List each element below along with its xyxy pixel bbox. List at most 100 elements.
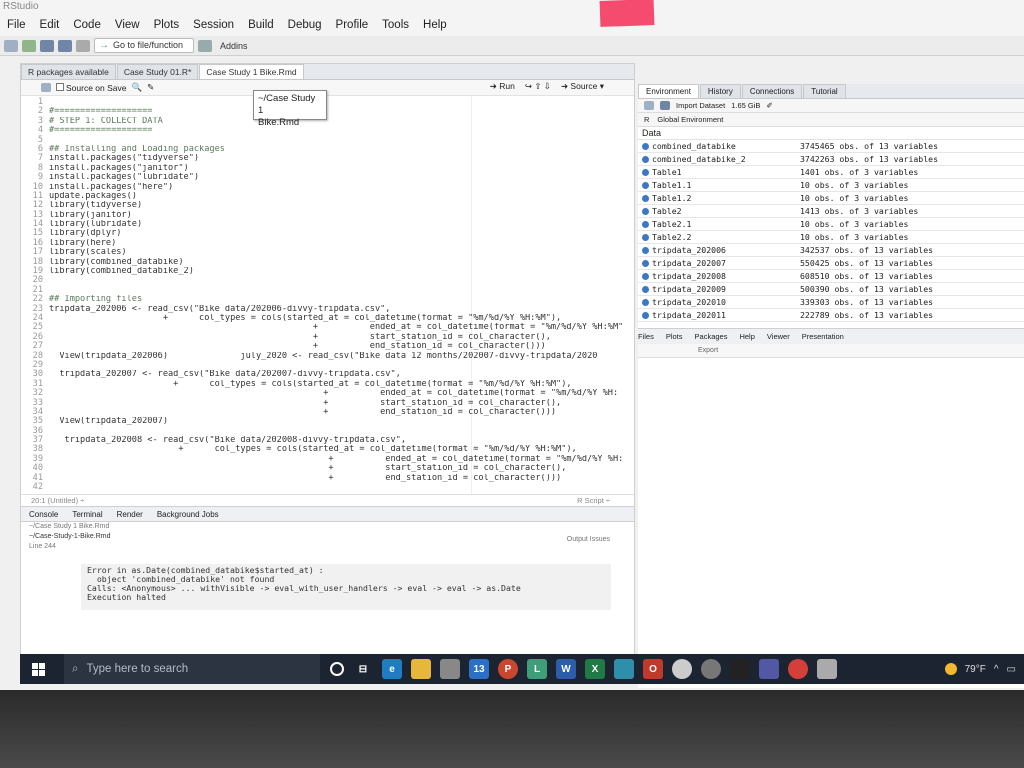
menu-item-build[interactable]: Build: [241, 19, 281, 31]
environment-row[interactable]: Table1.2 10 obs. of 3 variables: [638, 192, 1024, 205]
code-line[interactable]: [49, 136, 630, 145]
chevron-up-icon[interactable]: ^: [994, 664, 999, 675]
code-line[interactable]: [49, 286, 630, 295]
tab-terminal[interactable]: Terminal: [72, 510, 102, 519]
save-all-icon[interactable]: [58, 39, 72, 52]
file-explorer-icon[interactable]: [411, 659, 431, 679]
start-button[interactable]: [26, 654, 50, 684]
expand-icon[interactable]: [642, 207, 649, 215]
menu-item-plots[interactable]: Plots: [147, 19, 187, 31]
environment-row[interactable]: Table2.2 10 obs. of 3 variables: [638, 231, 1024, 244]
import-dataset-button[interactable]: Import Dataset: [676, 101, 725, 110]
tab-r-packages[interactable]: R packages available: [21, 64, 116, 79]
tab-case-study-01[interactable]: Case Study 01.R*: [116, 64, 199, 79]
excel-icon[interactable]: X: [585, 659, 605, 679]
menu-item-debug[interactable]: Debug: [281, 19, 329, 31]
code-line[interactable]: tripdata_202007 <- read_csv("Bike data/2…: [49, 370, 630, 379]
expand-icon[interactable]: [642, 155, 649, 163]
load-workspace-icon[interactable]: [644, 101, 654, 110]
new-file-icon[interactable]: [4, 39, 18, 52]
code-line[interactable]: + end_station_id = col_character())): [49, 342, 630, 351]
menu-item-tools[interactable]: Tools: [375, 19, 416, 31]
tab-viewer[interactable]: Viewer: [767, 332, 790, 341]
code-line[interactable]: View(tripdata_202006) july_2020 <- read_…: [49, 352, 630, 361]
code-line[interactable]: library(combined_databike): [49, 258, 630, 267]
code-line[interactable]: + ended_at = col_datetime(format = "%m/%…: [49, 455, 630, 464]
tab-help[interactable]: Help: [739, 332, 754, 341]
tab-history[interactable]: History: [699, 84, 741, 98]
code-line[interactable]: install.packages("tidyverse"): [49, 154, 630, 163]
steam-icon[interactable]: [730, 659, 750, 679]
environment-row[interactable]: combined_databike 3745465 obs. of 13 vari…: [638, 140, 1024, 153]
expand-icon[interactable]: [642, 246, 649, 254]
expand-icon[interactable]: [642, 142, 649, 150]
expand-icon[interactable]: [642, 285, 649, 293]
code-line[interactable]: library(tidyverse): [49, 201, 630, 210]
environment-row[interactable]: tripdata_202010 339303 obs. of 13 variabl…: [638, 296, 1024, 309]
file-type-selector[interactable]: R Script ÷: [577, 495, 610, 507]
l-app-icon[interactable]: L: [527, 659, 547, 679]
environment-row[interactable]: Table2.1 10 obs. of 3 variables: [638, 218, 1024, 231]
code-line[interactable]: [49, 361, 630, 370]
tab-case-study-bike[interactable]: Case Study 1 Bike.Rmd: [199, 64, 304, 79]
code-line[interactable]: [49, 427, 630, 436]
environment-row[interactable]: tripdata_202007 550425 obs. of 13 variabl…: [638, 257, 1024, 270]
environment-row[interactable]: tripdata_202006 342537 obs. of 13 variabl…: [638, 244, 1024, 257]
code-line[interactable]: library(lubridate): [49, 220, 630, 229]
grid-layout-icon[interactable]: [198, 39, 212, 52]
code-line[interactable]: [49, 276, 630, 285]
teams-icon[interactable]: [759, 659, 779, 679]
print-icon[interactable]: [76, 39, 90, 52]
code-line[interactable]: library(scales): [49, 248, 630, 257]
save-file-icon[interactable]: [41, 83, 51, 92]
expand-icon[interactable]: [642, 181, 649, 189]
network-icon[interactable]: ▭: [1007, 664, 1016, 675]
rerun-icon[interactable]: ↪ ⇧ ⇩: [525, 81, 551, 92]
code-line[interactable]: + start_station_id = col_character(),: [49, 333, 630, 342]
memory-usage[interactable]: 1.65 GiB: [731, 101, 760, 110]
broom-icon[interactable]: ✐: [766, 101, 772, 110]
cortana-icon[interactable]: [330, 662, 344, 676]
menu-item-file[interactable]: File: [0, 19, 33, 31]
code-line[interactable]: library(dplyr): [49, 229, 630, 238]
expand-icon[interactable]: [642, 233, 649, 241]
tab-presentation[interactable]: Presentation: [802, 332, 844, 341]
open-project-icon[interactable]: [22, 39, 36, 52]
code-line[interactable]: [49, 483, 630, 492]
search-icon[interactable]: 🔍: [131, 82, 142, 93]
tab-console[interactable]: Console: [29, 510, 58, 519]
expand-icon[interactable]: [642, 259, 649, 267]
r-icon[interactable]: [672, 659, 692, 679]
environment-row[interactable]: tripdata_202011 222789 obs. of 13 variabl…: [638, 309, 1024, 322]
code-lines[interactable]: #=================== # STEP 1: COLLECT DA…: [49, 98, 630, 492]
export-button[interactable]: Export: [698, 347, 718, 354]
code-line[interactable]: + col_types = cols(started_at = col_date…: [49, 314, 630, 323]
code-line[interactable]: + col_types = cols(started_at = col_date…: [49, 445, 630, 454]
save-workspace-icon[interactable]: [660, 101, 670, 110]
source-on-save-checkbox[interactable]: Source on Save: [56, 82, 126, 93]
menu-item-profile[interactable]: Profile: [329, 19, 376, 31]
app-icon[interactable]: [614, 659, 634, 679]
code-line[interactable]: View(tripdata_202007): [49, 417, 630, 426]
rstudio-icon[interactable]: [817, 659, 837, 679]
code-line[interactable]: install.packages("here"): [49, 183, 630, 192]
source-button[interactable]: ➜ Source ▾: [561, 81, 604, 92]
store-icon[interactable]: [440, 659, 460, 679]
code-line[interactable]: install.packages("lubridate"): [49, 173, 630, 182]
console-body[interactable]: ~/Case Study 1 Bike.Rmd ~/Case-Study-1-B…: [21, 522, 634, 662]
tab-render[interactable]: Render: [117, 510, 143, 519]
environment-row[interactable]: tripdata_202008 608510 obs. of 13 variabl…: [638, 270, 1024, 283]
code-line[interactable]: library(janitor): [49, 211, 630, 220]
scope-selector[interactable]: Global Environment: [657, 115, 723, 124]
code-line[interactable]: + end_station_id = col_character())): [49, 408, 630, 417]
addins-menu[interactable]: Addins: [220, 41, 248, 51]
code-line[interactable]: tripdata_202008 <- read_csv("Bike data/2…: [49, 436, 630, 445]
code-editor[interactable]: 1 2 3 4 5 6 7 8 9 10 11 12 13 14 15 16 17 18 19 20 21 22 23 24 2…: [21, 96, 634, 494]
code-line[interactable]: + ended_at = col_datetime(format = "%m/%…: [49, 323, 630, 332]
run-button[interactable]: ➜ Run: [490, 81, 515, 92]
code-line[interactable]: update.packages(): [49, 192, 630, 201]
environment-row[interactable]: Table2 1413 obs. of 3 variables: [638, 205, 1024, 218]
expand-icon[interactable]: [642, 194, 649, 202]
tab-connections[interactable]: Connections: [741, 84, 803, 98]
tab-environment[interactable]: Environment: [638, 84, 699, 98]
